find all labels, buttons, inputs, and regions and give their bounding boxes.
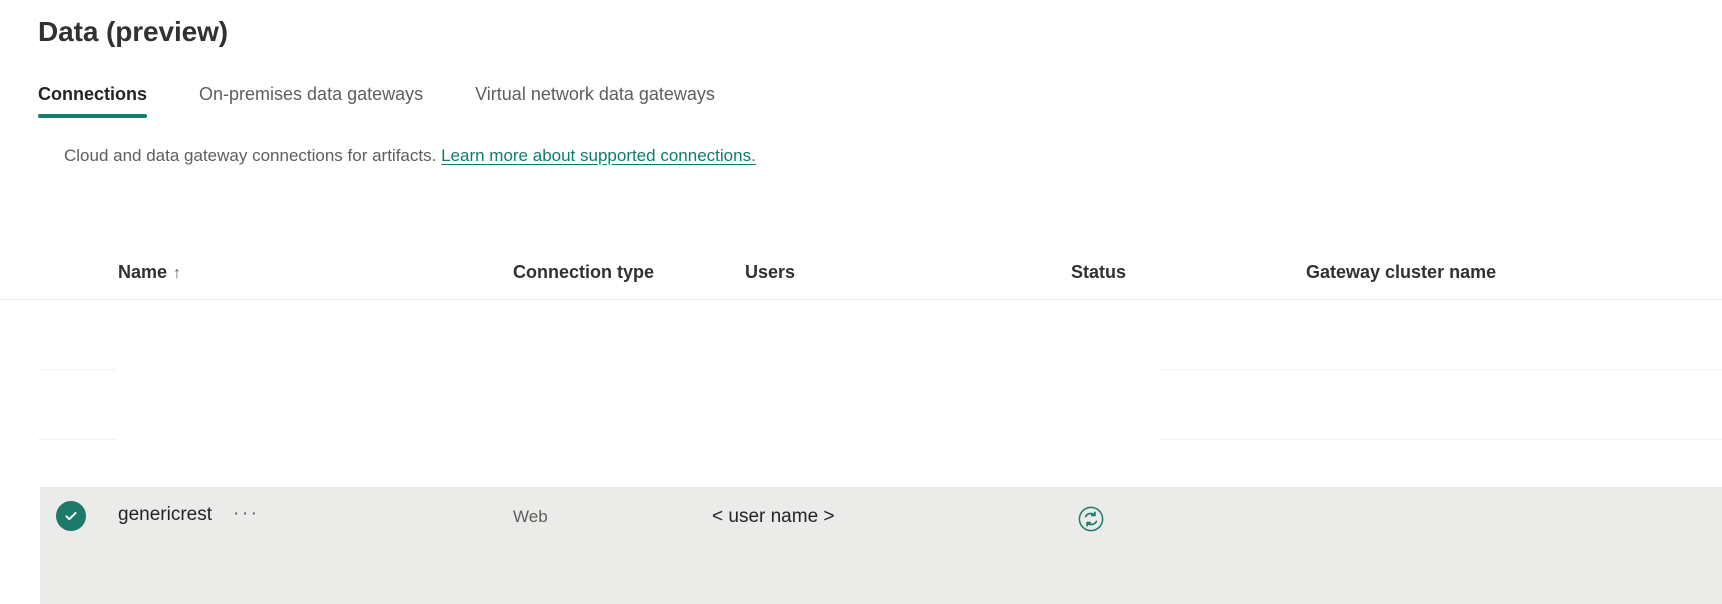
row-divider	[38, 439, 117, 440]
data-preview-page: Data (preview) Connections On-premises d…	[0, 0, 1722, 604]
tab-virtual-network-data-gateways[interactable]: Virtual network data gateways	[475, 82, 715, 118]
row-divider	[1159, 369, 1722, 370]
tablist: Connections On-premises data gateways Vi…	[38, 82, 715, 118]
column-header-name[interactable]: Name ↑	[118, 262, 181, 283]
table-body-empty-region	[0, 300, 1722, 488]
cell-connection-type: Web	[513, 507, 548, 527]
sort-ascending-icon: ↑	[173, 265, 181, 282]
table-row[interactable]: genericrest ··· Web < user name >	[40, 487, 1722, 604]
column-header-status[interactable]: Status	[1071, 262, 1126, 283]
tab-connections[interactable]: Connections	[38, 82, 147, 118]
connections-table: Name ↑ Connection type Users Status Gatew…	[0, 248, 1722, 488]
learn-more-link[interactable]: Learn more about supported connections.	[441, 146, 756, 165]
row-divider	[1159, 439, 1722, 440]
cell-connection-name[interactable]: genericrest	[118, 504, 212, 526]
more-options-icon[interactable]: ···	[233, 503, 259, 525]
description-text: Cloud and data gateway connections for a…	[64, 146, 436, 165]
description-line: Cloud and data gateway connections for a…	[64, 144, 756, 168]
tab-on-premises-data-gateways[interactable]: On-premises data gateways	[199, 82, 423, 118]
sync-circle-icon[interactable]	[1077, 505, 1105, 533]
column-header-gateway-cluster-name[interactable]: Gateway cluster name	[1306, 262, 1496, 283]
row-divider	[38, 369, 117, 370]
table-header-row: Name ↑ Connection type Users Status Gatew…	[0, 248, 1722, 300]
check-circle-icon[interactable]	[56, 501, 86, 531]
column-header-connection-type[interactable]: Connection type	[513, 262, 654, 283]
column-header-users[interactable]: Users	[745, 262, 795, 283]
cell-users: < user name >	[712, 506, 835, 528]
page-title: Data (preview)	[38, 16, 228, 48]
column-header-name-label: Name	[118, 262, 167, 282]
